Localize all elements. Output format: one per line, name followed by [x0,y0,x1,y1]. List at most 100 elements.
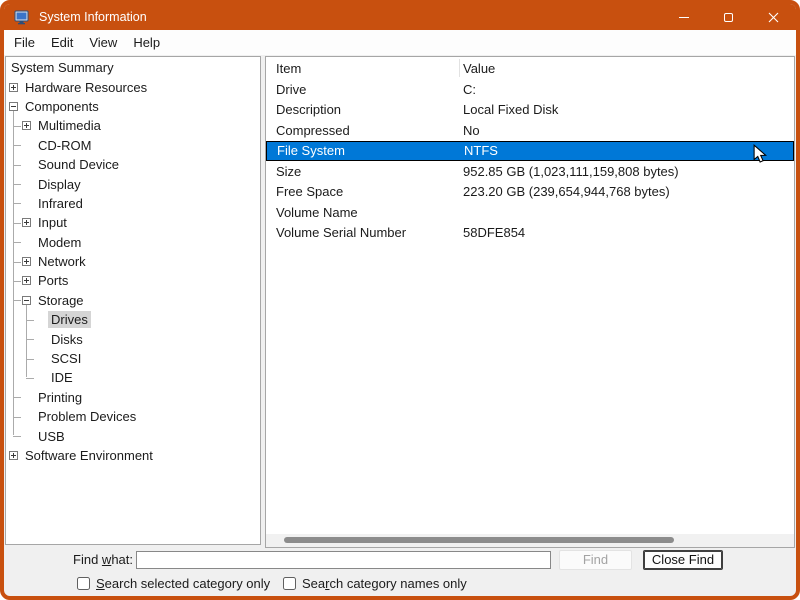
column-header-item[interactable]: Item [276,61,301,76]
find-bar: Find what: Find Close Find [4,550,796,570]
maximize-button[interactable] [706,4,751,30]
tree-item-sound-device[interactable]: Sound Device [6,155,260,174]
search-category-names-checkbox[interactable] [283,577,296,590]
tree-item-multimedia[interactable]: Multimedia [6,116,260,135]
tree-connector-tick [13,261,21,263]
list-header: Item Value [266,57,794,79]
collapse-minus-icon[interactable] [9,101,18,111]
tree-item-label: Sound Device [38,157,119,173]
tree-item-label: Network [38,254,86,270]
list-row-size[interactable]: Size 952.85 GB (1,023,111,159,808 bytes) [266,161,794,182]
collapse-minus-icon[interactable] [22,295,31,305]
tree-item-label: System Summary [11,60,114,76]
tree-item-cd-rom[interactable]: CD-ROM [6,136,260,155]
search-selected-category-checkbox[interactable] [77,577,90,590]
expand-plus-icon[interactable] [9,451,18,460]
title-bar[interactable]: System Information [4,4,796,30]
tree-connector-tick [13,436,21,438]
tree-item-network[interactable]: Network [6,252,260,271]
close-button[interactable] [751,4,796,30]
tree-item-label: Software Environment [25,448,153,463]
tree-item-components[interactable]: Components [6,97,260,116]
item-cell: Volume Name [276,204,358,220]
close-icon [768,12,779,22]
minimize-button[interactable] [661,4,706,30]
tree-item-hardware-resources[interactable]: Hardware Resources [6,77,260,96]
value-cell: 952.85 GB (1,023,111,159,808 bytes) [463,163,679,179]
list-row-volume-name[interactable]: Volume Name [266,202,794,223]
column-header-value[interactable]: Value [463,61,495,76]
tree-item-system-summary[interactable]: System Summary [6,58,260,77]
tree-item-drives[interactable]: Drives [6,310,260,329]
find-what-label: Find what: [73,552,133,567]
list-row-description[interactable]: Description Local Fixed Disk [266,100,794,121]
list-row-compressed[interactable]: Compressed No [266,120,794,141]
expand-plus-icon[interactable] [22,121,31,131]
tree-item-label: Display [38,176,81,192]
tree-item-ide[interactable]: IDE [6,368,260,387]
tree-item-display[interactable]: Display [6,174,260,193]
tree-item-modem[interactable]: Modem [6,233,260,252]
tree-connector-tick [13,145,21,147]
tree-item-ports[interactable]: Ports [6,271,260,290]
minimize-icon [678,16,689,18]
list-row-file-system[interactable]: File System NTFS [266,140,794,161]
tree-connector-tick [26,339,34,341]
tree-connector-tick [13,203,21,205]
item-cell: Description [276,102,342,118]
expand-plus-icon[interactable] [22,218,31,228]
tree-item-label: Printing [38,389,83,405]
tree-connector-tick [13,242,21,244]
find-what-input[interactable] [136,551,551,569]
value-cell: Local Fixed Disk [463,102,559,118]
value-cell: No [463,122,480,138]
list-row-volume-serial-number[interactable]: Volume Serial Number 58DFE854 [266,223,794,244]
tree-item-problem-devices[interactable]: Problem Devices [6,407,260,426]
tree-connector-tick [13,184,21,186]
computer-monitor-icon [14,10,30,25]
list-row-drive[interactable]: Drive C: [266,79,794,100]
menu-edit[interactable]: Edit [43,32,81,53]
tree-item-label: Problem Devices [38,409,137,425]
tree-connector-tick [13,280,21,282]
tree-item-label: SCSI [51,351,82,367]
tree-connector-tick [26,377,34,379]
horizontal-scrollbar[interactable] [266,534,794,547]
tree-item-label: Infrared [38,195,83,211]
menu-file[interactable]: File [6,32,43,53]
tree-item-label: Storage [38,292,84,308]
tree-item-label: IDE [51,370,73,386]
tree-connector-tick [13,125,21,127]
tree-item-printing[interactable]: Printing [6,388,260,407]
value-cell: 223.20 GB (239,654,944,768 bytes) [463,184,670,200]
column-divider[interactable] [459,59,460,77]
menu-view[interactable]: View [81,32,125,53]
find-button[interactable]: Find [559,550,632,570]
tree-item-label: USB [38,428,65,444]
tree-item-label: Input [38,215,67,231]
tree-item-usb[interactable]: USB [6,426,260,445]
value-cell: NTFS [464,143,498,159]
tree-item-label: Ports [38,273,69,289]
tree-connector-tick [13,222,21,224]
tree-item-scsi[interactable]: SCSI [6,349,260,368]
menu-bar: File Edit View Help [4,30,796,55]
expand-plus-icon[interactable] [9,82,18,92]
tree-connector-tick [26,358,34,360]
tree-item-label: Components [25,98,99,114]
tree-connector-tick [26,319,34,321]
horizontal-scrollbar-thumb[interactable] [284,537,674,543]
tree-item-input[interactable]: Input [6,213,260,232]
tree-connector-tick [13,416,21,418]
expand-plus-icon[interactable] [22,276,31,286]
list-row-free-space[interactable]: Free Space 223.20 GB (239,654,944,768 byt… [266,182,794,203]
tree-item-software-environment[interactable]: Software Environment [6,446,260,465]
expand-plus-icon[interactable] [22,257,31,267]
tree-item-disks[interactable]: Disks [6,329,260,348]
tree-item-label: Drives [48,311,91,329]
close-find-button[interactable]: Close Find [643,550,723,570]
tree-item-storage[interactable]: Storage [6,291,260,310]
menu-help[interactable]: Help [125,32,168,53]
tree-connector-tick [13,164,21,166]
tree-item-infrared[interactable]: Infrared [6,194,260,213]
